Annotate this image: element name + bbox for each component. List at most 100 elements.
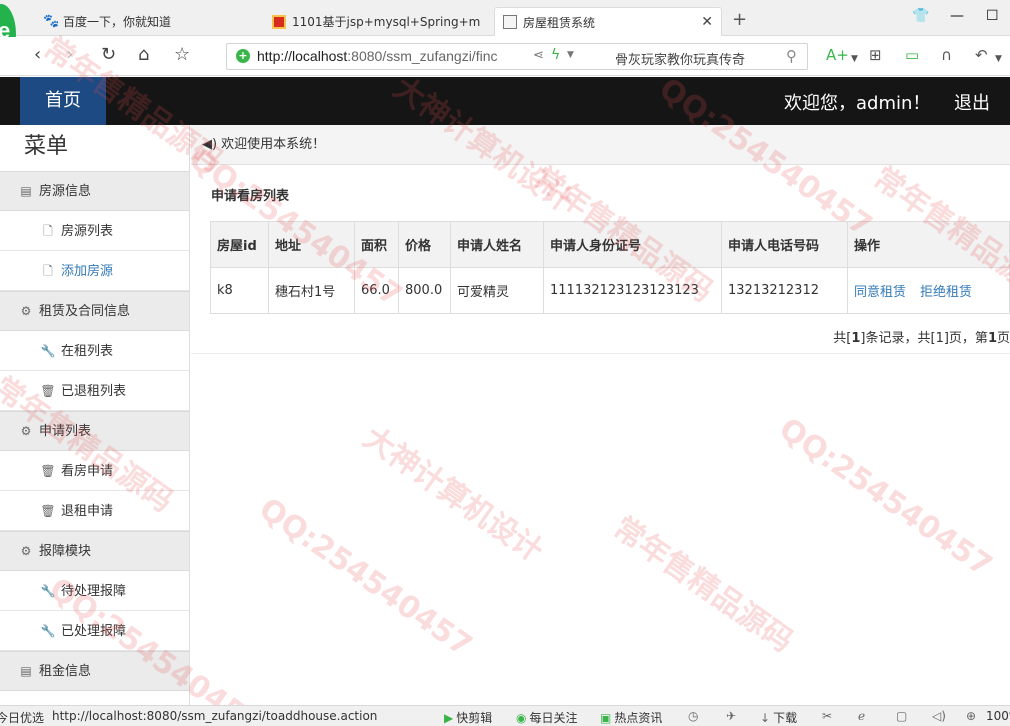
forward-icon[interactable]: ›	[66, 45, 73, 65]
daily-follow[interactable]: ◉ 每日关注	[516, 709, 578, 726]
item-label: 已退租列表	[61, 384, 127, 399]
pager-current: 1	[987, 331, 997, 346]
download-icon: ↓	[760, 711, 771, 725]
battery-icon[interactable]: ▭	[905, 46, 919, 64]
translate-icon[interactable]: A+	[826, 46, 849, 64]
security-shield-icon: +	[236, 49, 250, 63]
chevron-down-icon[interactable]: ▼	[851, 50, 858, 68]
item-label: 待处理报障	[61, 584, 127, 599]
item-label: 已处理报障	[61, 624, 127, 639]
reload-icon[interactable]: ↻	[101, 45, 116, 65]
pager-pages: 1	[935, 331, 944, 346]
daily-label: 每日关注	[529, 711, 578, 725]
url-path: :8080/ssm_zufangzi/finc	[347, 48, 498, 64]
wrench-icon: 🔧	[40, 624, 56, 638]
menu-group-faults[interactable]: ⚙ 报障模块	[0, 531, 189, 571]
status-url: http://localhost:8080/ssm_zufangzi/toadd…	[52, 709, 378, 723]
window-icon[interactable]: ▢	[896, 709, 907, 723]
favorite-star-icon[interactable]: ☆	[174, 45, 190, 65]
menu-group-lease[interactable]: ⚙ 租赁及合同信息	[0, 291, 189, 331]
search-icon[interactable]: ⚲	[786, 47, 797, 65]
browser-navbar: ‹ › ↻ ⌂ ☆ + http://localhost:8080/ssm_zu…	[0, 37, 1010, 76]
tab-title: 1101基于jsp+mysql+Spring+m	[292, 15, 481, 29]
col-address: 地址	[268, 221, 355, 268]
menu-item-house-list[interactable]: 🗋 房源列表	[0, 211, 189, 251]
col-price: 价格	[398, 221, 451, 268]
news-ticker[interactable]: 骨灰玩家教你玩真传奇	[615, 49, 745, 68]
group-label: 租金信息	[39, 664, 92, 679]
menu-item-add-house[interactable]: 🗋 添加房源	[0, 251, 189, 291]
welcome-text: 欢迎您，admin！	[784, 93, 931, 114]
menu-group-house-info[interactable]: ▤ 房源信息	[0, 171, 189, 211]
nav-home[interactable]: 首页	[20, 77, 106, 125]
col-applicant-phone: 申请人电话号码	[721, 221, 848, 268]
notice-bar: ◀) 欢迎使用本系统！	[191, 125, 1010, 165]
url-text[interactable]: http://localhost:8080/ssm_zufangzi/finc	[257, 48, 519, 64]
site-favicon-icon	[272, 14, 286, 29]
table-row: k8 穗石村1号 66.0 800.0 可爱精灵 111132123123123…	[210, 267, 1010, 314]
address-bar[interactable]: + http://localhost:8080/ssm_zufangzi/fin…	[226, 43, 808, 70]
menu-item-renting-list[interactable]: 🔧 在租列表	[0, 331, 189, 371]
downloads[interactable]: ↓ 下载	[760, 709, 797, 726]
page-favicon-icon	[503, 15, 517, 29]
undo-icon[interactable]: ↶	[975, 46, 988, 64]
trash-icon: 🗑	[40, 384, 56, 398]
shirt-skin-icon[interactable]: 👕	[912, 8, 929, 24]
menu-group-applications[interactable]: ⚙ 申请列表	[0, 411, 189, 451]
col-area: 面积	[354, 221, 399, 268]
menu-item-return-requests[interactable]: 🗑 退租申请	[0, 491, 189, 531]
browser-status-bar: 今日优选 http://localhost:8080/ssm_zufangzi/…	[0, 705, 1010, 726]
volume-icon[interactable]: ◁)	[932, 709, 946, 723]
screenshot-icon[interactable]: ✂	[822, 709, 832, 723]
item-label: 添加房源	[61, 264, 114, 279]
home-icon[interactable]: ⌂	[138, 45, 149, 65]
close-tab-icon[interactable]: ✕	[701, 14, 713, 30]
pin-icon[interactable]: ✈	[726, 709, 736, 723]
list-icon: ▤	[20, 184, 32, 198]
app-header: 首页 欢迎您，admin！ 退出	[0, 77, 1010, 125]
pager-text: ]页，第	[943, 331, 988, 346]
browser-tab-project[interactable]: 1101基于jsp+mysql+Spring+m	[264, 7, 490, 36]
group-label: 申请列表	[39, 424, 92, 439]
zoom-level[interactable]: 100%	[986, 709, 1010, 723]
menu-item-handled-faults[interactable]: 🔧 已处理报障	[0, 611, 189, 651]
tab-title: 房屋租赁系统	[523, 15, 596, 30]
maximize-icon[interactable]: ☐	[986, 8, 999, 24]
agree-lease-link[interactable]: 同意租赁	[854, 285, 906, 300]
wrench-icon: 🔧	[40, 584, 56, 598]
apps-grid-icon[interactable]: ⊞	[869, 46, 882, 64]
table-header-row: 房屋id 地址 面积 价格 申请人姓名 申请人身份证号 申请人电话号码 操作	[210, 221, 1010, 268]
minimize-icon[interactable]: —	[950, 8, 964, 24]
speed-icon[interactable]: ◷	[688, 709, 698, 723]
hot-news[interactable]: ▣ 热点资讯	[600, 709, 662, 726]
browser-tab-baidu[interactable]: 🐾 百度一下，你就知道	[35, 7, 260, 36]
menu-item-returned-list[interactable]: 🗑 已退租列表	[0, 371, 189, 411]
today-picks[interactable]: 今日优选	[0, 709, 44, 726]
cell-house-id: k8	[210, 267, 269, 314]
back-icon[interactable]: ‹	[34, 45, 41, 65]
menu-group-rent[interactable]: ▤ 租金信息	[0, 651, 189, 691]
clip-tool[interactable]: ▶ 快剪辑	[444, 709, 492, 726]
share-icon[interactable]: ⋖	[533, 48, 544, 63]
col-applicant-name: 申请人姓名	[450, 221, 544, 268]
tab-title: 百度一下，你就知道	[63, 15, 172, 29]
menu-item-pending-faults[interactable]: 🔧 待处理报障	[0, 571, 189, 611]
browser-tab-active[interactable]: 房屋租赁系统 ✕	[494, 7, 722, 36]
menu-item-viewing-requests[interactable]: 🗑 看房申请	[0, 451, 189, 491]
headphones-icon[interactable]: ∩	[941, 46, 952, 64]
list-icon: ▤	[20, 664, 32, 678]
chevron-down-icon[interactable]: ▼	[995, 50, 1002, 68]
group-label: 租赁及合同信息	[39, 304, 131, 319]
ie-mode-icon[interactable]: ℯ	[858, 709, 865, 723]
new-tab-icon[interactable]: +	[732, 9, 747, 30]
video-clip-icon: ▶	[444, 711, 454, 725]
chevron-down-icon[interactable]: ▼	[567, 50, 574, 60]
cell-price: 800.0	[398, 267, 451, 314]
col-actions: 操作	[847, 221, 1010, 268]
zoom-icon[interactable]: ⊕	[966, 709, 976, 723]
reject-lease-link[interactable]: 拒绝租赁	[920, 285, 972, 300]
hot-news-label: 热点资讯	[614, 711, 663, 725]
divider	[191, 353, 1010, 354]
lightning-icon[interactable]: ϟ	[551, 47, 560, 63]
logout-link[interactable]: 退出	[954, 89, 990, 115]
